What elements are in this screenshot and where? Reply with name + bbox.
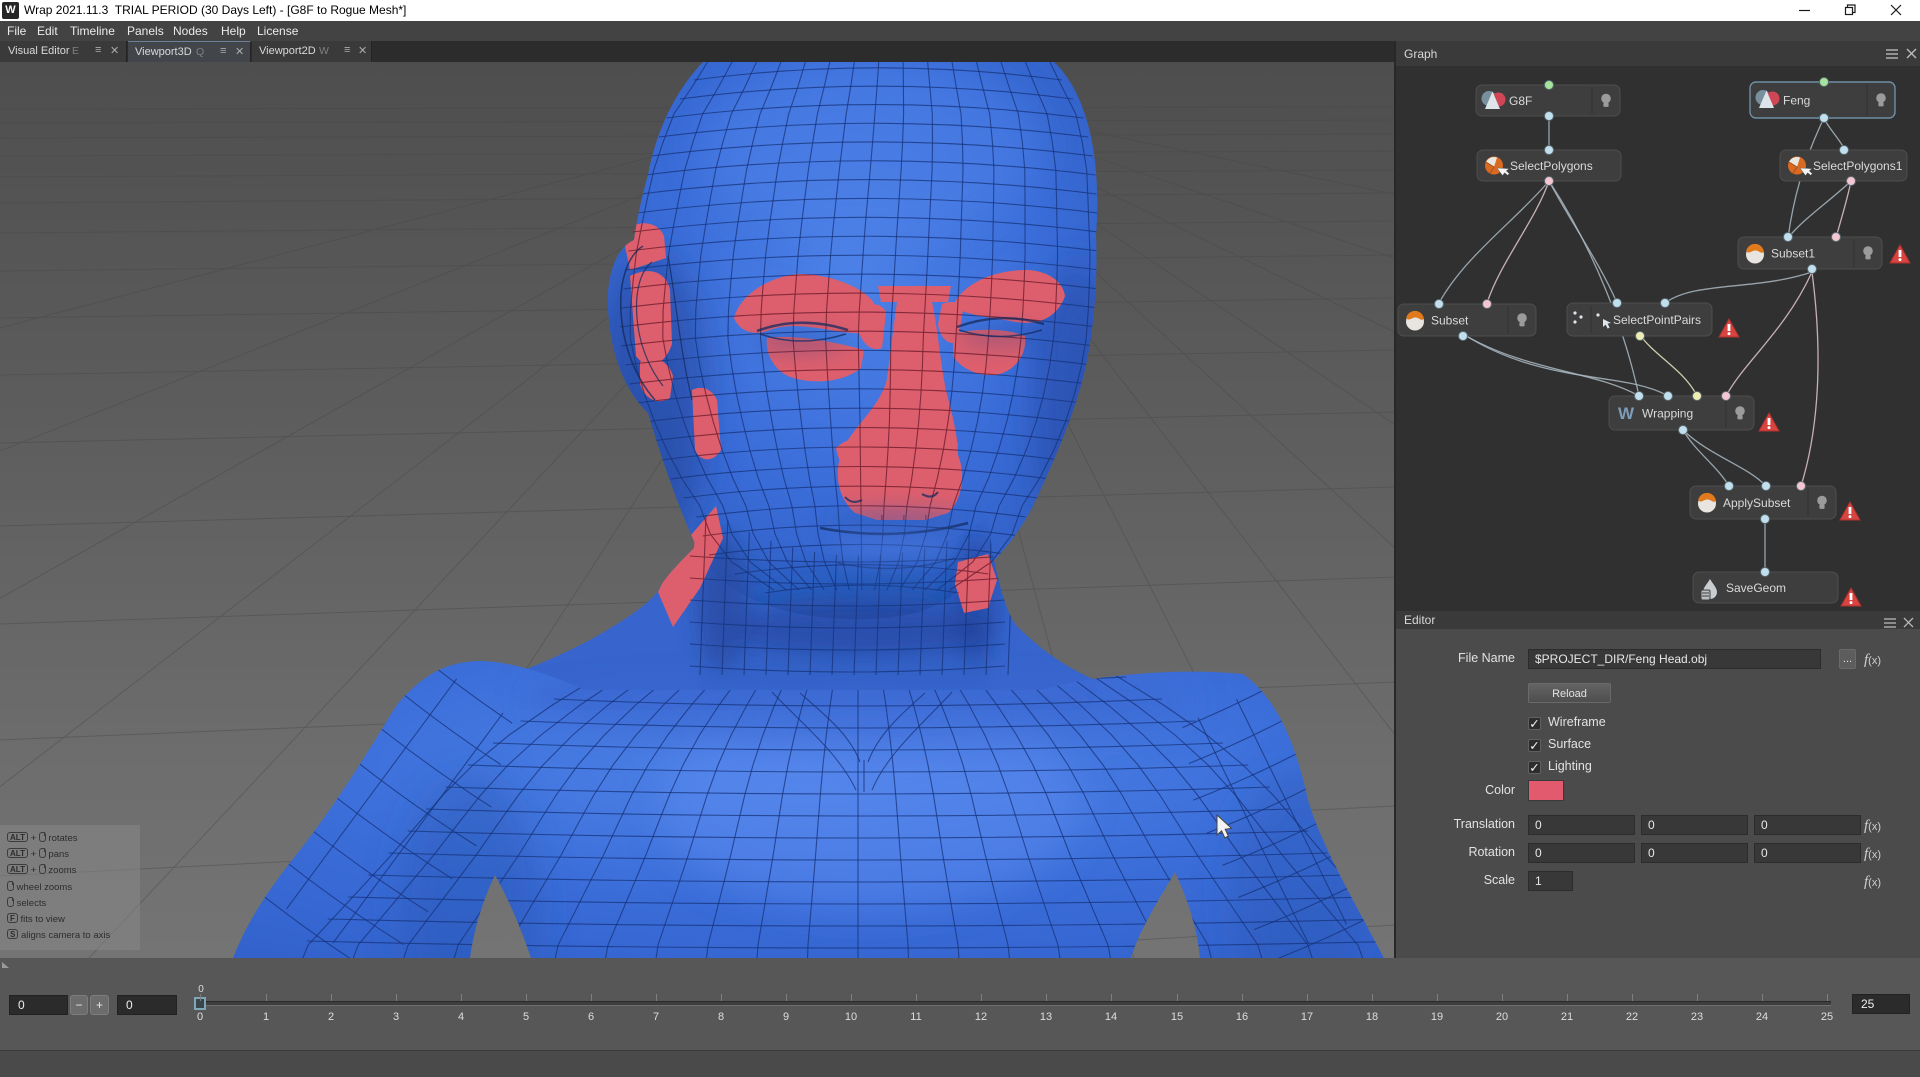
svg-text:SelectPointPairs: SelectPointPairs	[1613, 313, 1701, 327]
svg-text:G8F: G8F	[1509, 94, 1532, 108]
svg-text:SelectPolygons1: SelectPolygons1	[1813, 159, 1903, 173]
svg-text:ApplySubset: ApplySubset	[1723, 496, 1791, 510]
svg-text:SelectPolygons: SelectPolygons	[1510, 159, 1593, 173]
svg-text:Subset: Subset	[1431, 314, 1469, 328]
svg-text:SaveGeom: SaveGeom	[1726, 581, 1786, 595]
svg-text:Feng: Feng	[1783, 94, 1810, 108]
svg-text:W: W	[1618, 404, 1635, 423]
svg-text:Subset1: Subset1	[1771, 247, 1815, 261]
svg-text:Wrapping: Wrapping	[1642, 407, 1693, 421]
svg-text:Graph: Graph	[1404, 47, 1437, 61]
